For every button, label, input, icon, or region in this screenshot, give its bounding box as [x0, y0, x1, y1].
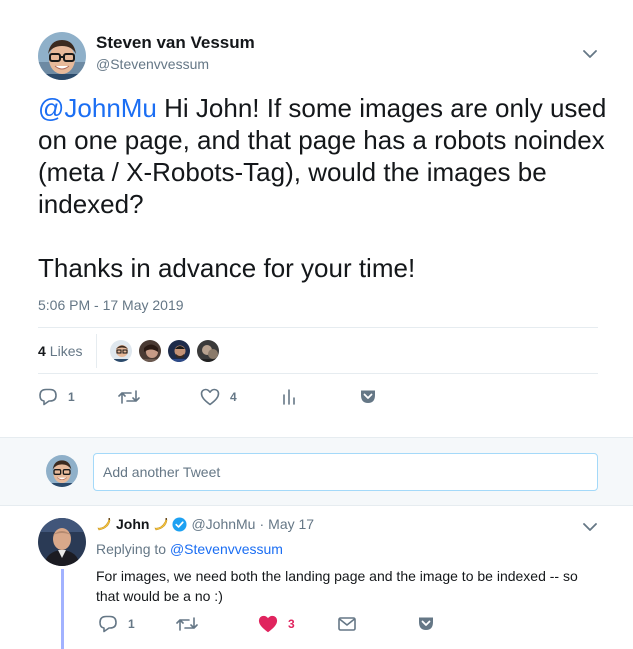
retweet-button[interactable]: [118, 389, 150, 405]
liker-avatar[interactable]: [167, 339, 192, 363]
likes-label[interactable]: Likes: [50, 343, 83, 359]
divider: [38, 373, 598, 374]
author-handle[interactable]: @Stevenvvessum: [96, 56, 209, 72]
pocket-icon: [419, 617, 433, 630]
mail-icon: [338, 617, 356, 631]
analytics-icon: [283, 389, 295, 405]
reply-date[interactable]: May 17: [268, 516, 314, 532]
like-button[interactable]: 3: [258, 615, 295, 633]
compose-area: [0, 437, 633, 506]
reply-author-avatar[interactable]: [38, 518, 86, 566]
tweet-body-2: Thanks in advance for your time!: [38, 253, 416, 283]
liker-avatar[interactable]: [138, 339, 163, 363]
replying-prefix: Replying to: [96, 541, 170, 557]
tweet-timestamp[interactable]: 5:06 PM - 17 May 2019: [38, 297, 184, 313]
pocket-button[interactable]: [360, 389, 376, 404]
reply-button[interactable]: 1: [98, 615, 135, 633]
divider: [38, 327, 598, 328]
direct-message-button[interactable]: [338, 617, 356, 631]
mention-link[interactable]: @JohnMu: [38, 93, 157, 123]
chevron-down-icon[interactable]: [583, 49, 597, 59]
heart-icon: [258, 615, 278, 633]
tweet-text: @JohnMu Hi John! If some images are only…: [38, 92, 608, 284]
reply-text: For images, we need both the landing pag…: [96, 568, 578, 604]
likes-count[interactable]: 4: [38, 343, 46, 359]
banana-icon: [96, 516, 112, 532]
replying-mention-link[interactable]: @Stevenvvessum: [170, 541, 283, 557]
heart-icon: [200, 388, 220, 406]
retweet-icon: [176, 617, 198, 631]
liker-avatar[interactable]: [196, 339, 221, 363]
reply-author-handle[interactable]: @JohnMu: [191, 516, 255, 532]
reply-author-name[interactable]: John: [116, 516, 149, 532]
reply-icon: [39, 388, 57, 406]
pocket-icon: [361, 390, 375, 403]
liker-avatar[interactable]: [109, 339, 134, 363]
author-avatar[interactable]: [38, 32, 86, 80]
author-name[interactable]: Steven van Vessum: [96, 33, 255, 53]
like-count: 3: [288, 617, 295, 631]
user-avatar[interactable]: [46, 455, 78, 487]
thread-line: [61, 569, 64, 649]
reply-count: 1: [128, 617, 135, 631]
reply-count: 1: [68, 390, 75, 404]
retweet-button[interactable]: [176, 616, 208, 632]
like-button[interactable]: 4: [200, 388, 237, 406]
reply-header: John @JohnMu · May 17: [96, 516, 314, 532]
chevron-down-icon[interactable]: [583, 522, 597, 532]
main-tweet: Steven van Vessum @Stevenvvessum @JohnMu…: [0, 0, 633, 437]
retweet-icon: [118, 390, 140, 404]
divider: [96, 334, 98, 368]
likes-row: 4 Likes: [38, 334, 225, 368]
like-count: 4: [230, 390, 237, 404]
pocket-button[interactable]: [418, 616, 434, 631]
verified-icon: [172, 516, 187, 532]
banana-icon: [153, 516, 169, 532]
analytics-button[interactable]: [282, 389, 296, 405]
replying-to: Replying to @Stevenvvessum: [96, 541, 283, 557]
reply-button[interactable]: 1: [38, 388, 75, 406]
add-tweet-input[interactable]: [93, 453, 598, 491]
reply-icon: [99, 615, 117, 633]
separator-dot: ·: [259, 516, 265, 532]
